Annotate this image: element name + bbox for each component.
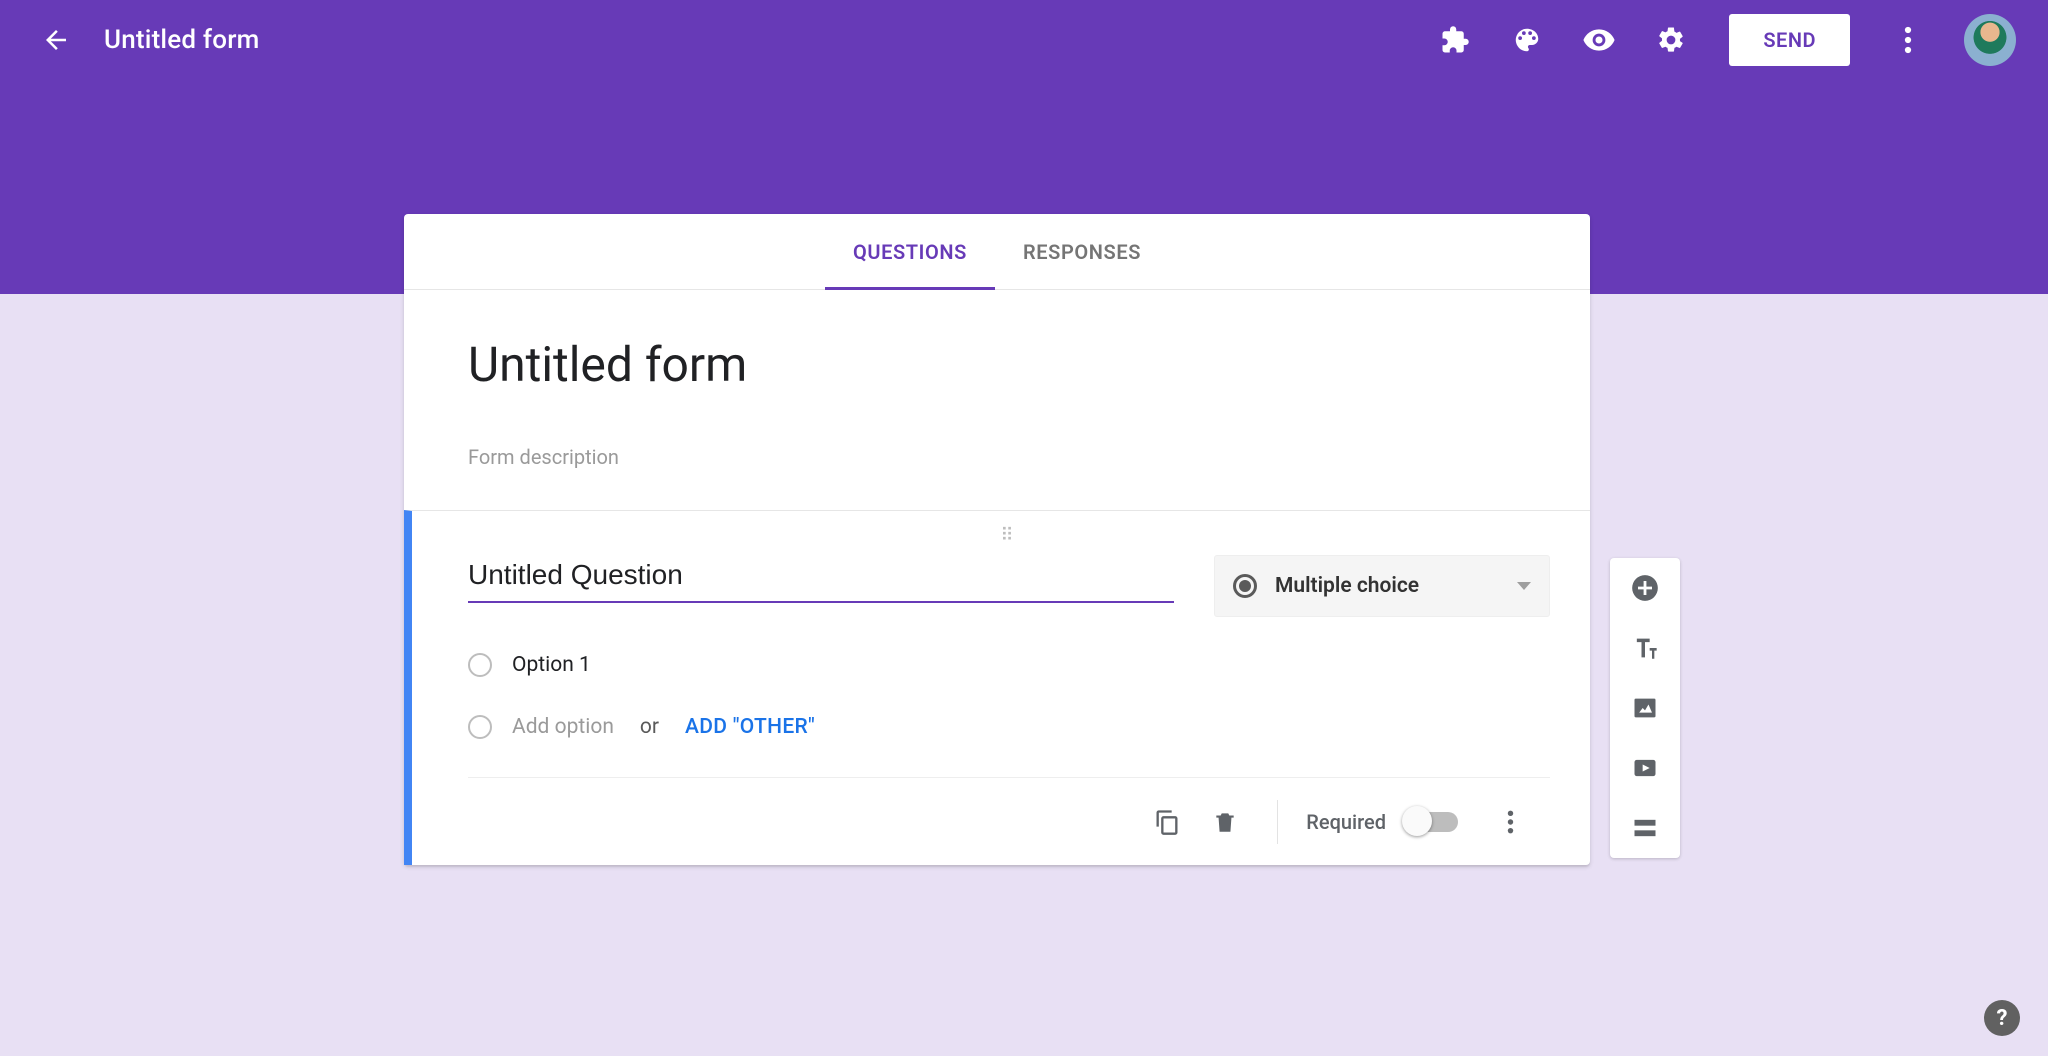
addons-icon[interactable] (1427, 12, 1483, 68)
back-arrow-icon[interactable] (32, 16, 80, 64)
more-vert-icon[interactable] (1880, 12, 1936, 68)
option-label[interactable]: Option 1 (512, 653, 591, 677)
form-title[interactable]: Untitled form (468, 336, 1526, 393)
add-video-icon[interactable] (1629, 752, 1661, 784)
form-card: QUESTIONS RESPONSES Untitled form Form d… (404, 214, 1590, 865)
tab-questions[interactable]: QUESTIONS (825, 214, 995, 289)
footer-divider (1277, 800, 1278, 844)
form-description-placeholder[interactable]: Form description (468, 445, 1526, 469)
duplicate-icon[interactable] (1143, 798, 1191, 846)
tab-responses[interactable]: RESPONSES (995, 214, 1169, 289)
dropdown-caret-icon (1517, 582, 1531, 590)
settings-gear-icon[interactable] (1643, 12, 1699, 68)
radio-empty-icon (468, 653, 492, 677)
delete-trash-icon[interactable] (1201, 798, 1249, 846)
required-toggle[interactable] (1404, 812, 1458, 832)
question-footer: Required (468, 777, 1550, 865)
option-row[interactable]: Option 1 (468, 653, 1550, 677)
add-option-row: Add option or ADD "OTHER" (468, 715, 1550, 739)
add-section-icon[interactable] (1629, 812, 1661, 844)
document-title[interactable]: Untitled form (104, 25, 259, 55)
radio-empty-icon (468, 715, 492, 739)
add-image-icon[interactable] (1629, 692, 1661, 724)
or-text: or (640, 715, 659, 739)
question-type-select[interactable]: Multiple choice (1214, 555, 1550, 617)
palette-icon[interactable] (1499, 12, 1555, 68)
add-option-button[interactable]: Add option (512, 715, 614, 739)
options-list: Option 1 Add option or ADD "OTHER" (468, 653, 1550, 739)
card-tabs: QUESTIONS RESPONSES (404, 214, 1590, 290)
help-icon[interactable]: ? (1984, 1000, 2020, 1036)
add-question-icon[interactable] (1629, 572, 1661, 604)
send-button[interactable]: SEND (1729, 14, 1850, 66)
add-title-icon[interactable] (1629, 632, 1661, 664)
question-card: ⠿ Multiple choice Option 1 Add option or… (404, 510, 1590, 865)
question-title-input[interactable] (468, 555, 1174, 603)
question-type-label: Multiple choice (1275, 574, 1499, 598)
side-toolbar (1610, 558, 1680, 858)
account-avatar[interactable] (1964, 14, 2016, 66)
drag-handle-icon[interactable]: ⠿ (468, 525, 1550, 547)
add-other-button[interactable]: ADD "OTHER" (685, 715, 815, 739)
header-row: Untitled form SEND (0, 0, 2048, 80)
preview-eye-icon[interactable] (1571, 12, 1627, 68)
required-label: Required (1306, 810, 1386, 834)
form-title-block[interactable]: Untitled form Form description (404, 290, 1590, 510)
radio-filled-icon (1233, 574, 1257, 598)
question-more-vert-icon[interactable] (1486, 798, 1534, 846)
